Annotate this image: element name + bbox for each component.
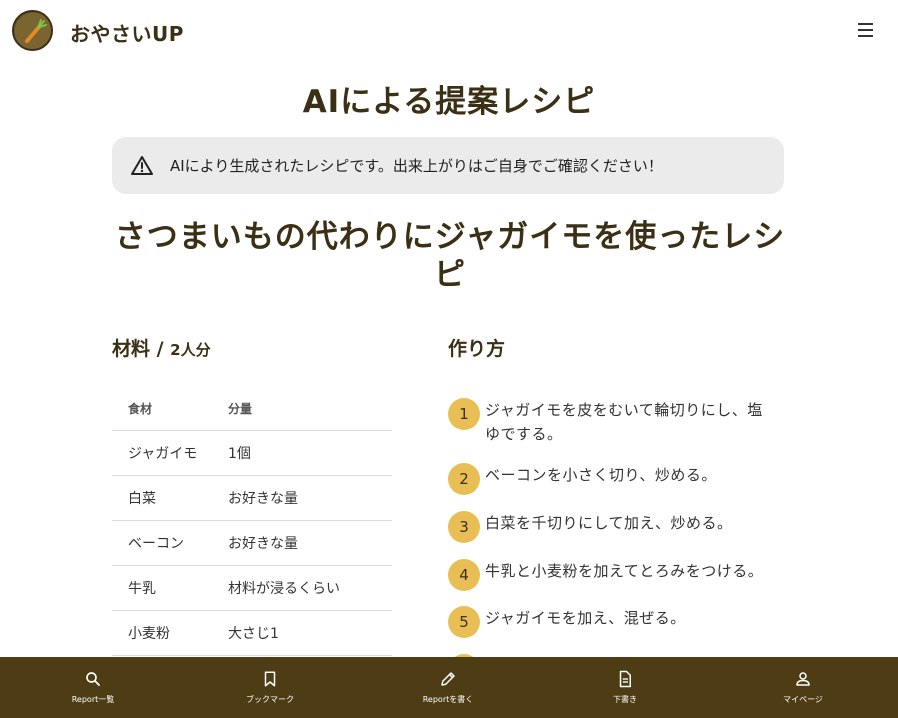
table-row: ベーコン お好きな量 xyxy=(112,521,392,566)
ingredient-name: 小麦粉 xyxy=(128,626,170,642)
ingredients-heading: 材料 / 2人分 xyxy=(112,334,211,361)
step-number-badge: 4 xyxy=(448,559,480,591)
recipe-title: さつまいもの代わりにジャガイモを使ったレシ ピ xyxy=(100,218,800,294)
ingredient-amount: 1個 xyxy=(228,446,251,462)
step-item: 5 ジャガイモを加え、混ぜる。 xyxy=(448,606,788,638)
ai-notice-banner: AIにより生成されたレシピです。出来上がりはご自身でご確認ください！ xyxy=(112,137,784,194)
ingredient-amount: お好きな量 xyxy=(228,491,298,507)
ingredients-heading-label: 材料 / xyxy=(112,338,171,360)
step-number-badge: 5 xyxy=(448,606,480,638)
recipe-title-line-2: ピ xyxy=(434,257,466,293)
ingredient-amount: 材料が浸るくらい xyxy=(228,581,340,597)
column-header-ingredient: 食材 xyxy=(128,402,153,416)
ingredient-amount: 大さじ1 xyxy=(228,626,279,642)
nav-label: 下書き xyxy=(613,695,637,704)
nav-mypage[interactable]: マイページ xyxy=(743,657,863,718)
step-text: ベーコンを小さく切り、炒める。 xyxy=(485,466,717,484)
search-icon xyxy=(86,672,100,686)
table-row: 牛乳 材料が浸るくらい xyxy=(112,566,392,611)
nav-bookmark[interactable]: ブックマーク xyxy=(210,657,330,718)
table-row: 小麦粉 大さじ1 xyxy=(112,611,392,656)
bottom-navigation: Report一覧 ブックマーク Reportを書く 下書き マイページ xyxy=(0,657,898,718)
step-text: ジャガイモを皮をむいて輪切りにし、塩 ゆでする。 xyxy=(485,398,763,446)
warning-icon xyxy=(131,155,153,175)
servings-label: 2人分 xyxy=(170,341,211,359)
step-text-line: ジャガイモを皮をむいて輪切りにし、塩 xyxy=(485,401,763,419)
ingredient-name: ベーコン xyxy=(128,536,184,552)
ingredient-name: 牛乳 xyxy=(128,581,156,597)
steps-heading: 作り方 xyxy=(448,338,506,360)
nav-label: ブックマーク xyxy=(246,695,294,704)
step-text: 白菜を千切りにして加え、炒める。 xyxy=(485,514,733,532)
ingredient-name: 白菜 xyxy=(128,491,156,507)
nav-label: Reportを書く xyxy=(422,695,474,704)
app-title[interactable]: おやさいUP xyxy=(70,18,184,47)
app-header: おやさいUP xyxy=(0,0,898,60)
table-row: 白菜 お好きな量 xyxy=(112,476,392,521)
step-item: 1 ジャガイモを皮をむいて輪切りにし、塩 ゆでする。 xyxy=(448,398,788,446)
step-text-line: ゆでする。 xyxy=(485,425,563,443)
pencil-icon xyxy=(441,672,455,686)
nav-drafts[interactable]: 下書き xyxy=(565,657,685,718)
app-logo[interactable] xyxy=(12,10,53,51)
nav-label: Report一覧 xyxy=(71,695,115,704)
step-text: ジャガイモを加え、混ぜる。 xyxy=(485,609,686,627)
step-item: 2 ベーコンを小さく切り、炒める。 xyxy=(448,463,788,495)
recipe-title-line-1: さつまいもの代わりにジャガイモを使ったレシ xyxy=(114,219,786,255)
page-title: AIによる提案レシピ xyxy=(302,84,596,120)
table-row: ジャガイモ 1個 xyxy=(112,431,392,476)
ingredient-amount: お好きな量 xyxy=(228,536,298,552)
notice-text: AIにより生成されたレシピです。出来上がりはご自身でご確認ください！ xyxy=(170,157,663,175)
step-number-badge: 3 xyxy=(448,511,480,543)
user-icon xyxy=(796,672,810,686)
step-number-badge: 2 xyxy=(448,463,480,495)
step-number-badge: 1 xyxy=(448,398,480,430)
step-item: 4 牛乳と小麦粉を加えてとろみをつける。 xyxy=(448,559,788,591)
bookmark-icon xyxy=(264,671,276,687)
hamburger-menu-icon[interactable] xyxy=(852,18,878,42)
table-header-row: 食材 分量 xyxy=(112,387,392,431)
column-header-amount: 分量 xyxy=(228,402,253,416)
nav-report-list[interactable]: Report一覧 xyxy=(33,657,153,718)
document-icon xyxy=(619,670,631,688)
nav-label: マイページ xyxy=(783,695,823,704)
ingredient-name: ジャガイモ xyxy=(128,446,198,462)
ingredients-table: 食材 分量 ジャガイモ 1個 白菜 お好きな量 ベーコン お好きな量 牛乳 材料… xyxy=(112,387,392,656)
step-text: 牛乳と小麦粉を加えてとろみをつける。 xyxy=(485,562,764,580)
nav-write-report[interactable]: Reportを書く xyxy=(388,657,508,718)
step-item: 3 白菜を千切りにして加え、炒める。 xyxy=(448,511,788,543)
